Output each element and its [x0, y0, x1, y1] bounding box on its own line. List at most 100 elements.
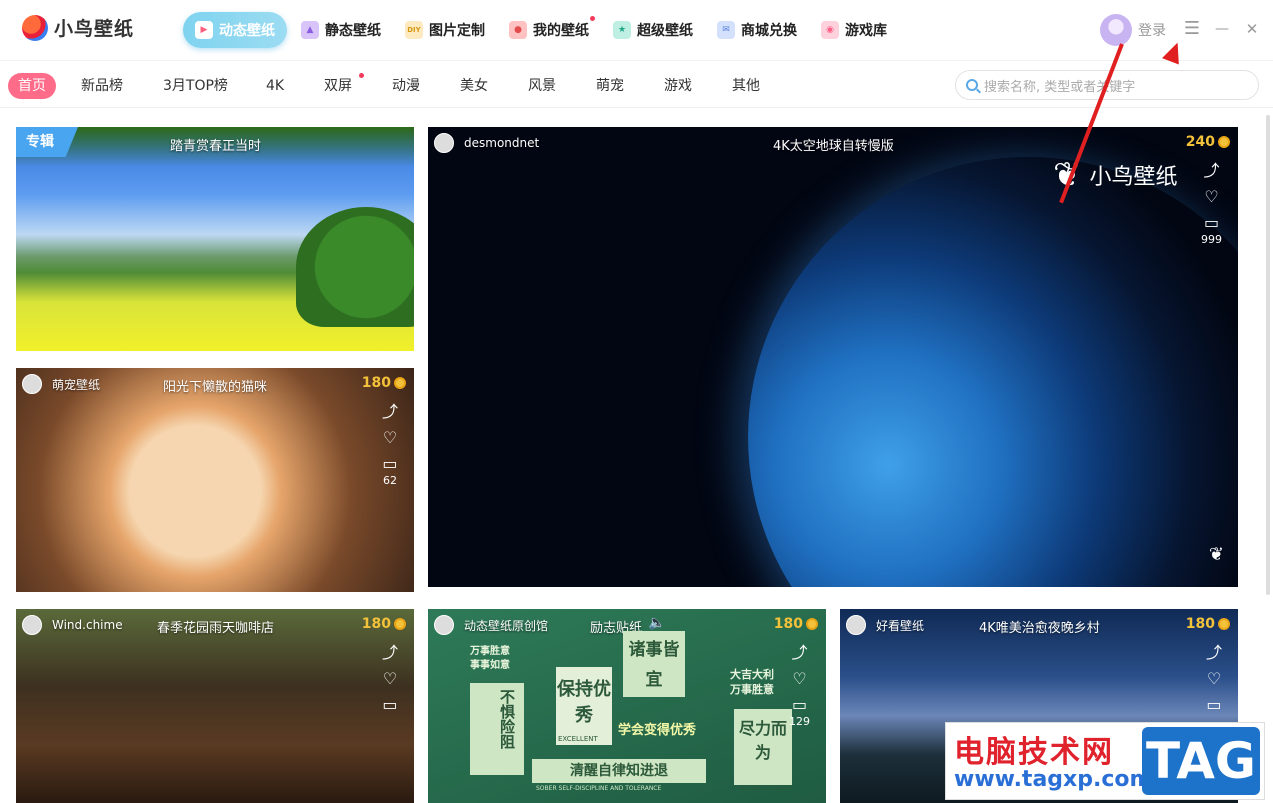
- comment-count: 999: [1201, 233, 1222, 246]
- minimize-icon[interactable]: —: [1207, 21, 1237, 37]
- account-area: 登录: [1100, 14, 1166, 46]
- main-nav: ▶ 动态壁纸 ▲ 静态壁纸 DIY 图片定制 ● 我的壁纸 ★ 超级壁纸 ✉ 商…: [183, 12, 901, 48]
- author-avatar: [22, 615, 42, 635]
- share-icon[interactable]: ⤴: [791, 645, 807, 661]
- card-title: 4K唯美治愈夜晚乡村: [979, 621, 1100, 636]
- category-pets[interactable]: 萌宠: [586, 73, 634, 99]
- comment-icon[interactable]: ▭: [382, 697, 397, 713]
- login-link[interactable]: 登录: [1138, 20, 1166, 40]
- coin-icon: [394, 377, 406, 389]
- mute-icon[interactable]: 🔈: [648, 615, 665, 631]
- card-author: 动态壁纸原创馆: [434, 615, 548, 635]
- category-games[interactable]: 游戏: [654, 73, 702, 99]
- nav-store-exchange[interactable]: ✉ 商城兑换: [707, 12, 807, 48]
- menu-icon[interactable]: ☰: [1177, 18, 1207, 39]
- user-icon: ●: [509, 21, 527, 39]
- heart-icon[interactable]: ♡: [383, 430, 397, 446]
- gamepad-icon: ◉: [821, 21, 839, 39]
- heart-icon[interactable]: ♡: [792, 671, 806, 687]
- card-title: 4K太空地球自转慢版: [773, 139, 894, 154]
- window-controls: ☰ — ✕: [1177, 18, 1267, 39]
- wallpaper-card-cat[interactable]: 萌宠壁纸 阳光下懒散的猫咪 180 ⤴ ♡ ▭ 62: [16, 368, 414, 592]
- card-price: 180: [362, 616, 406, 632]
- card-actions: ⤴ ♡ ▭: [1206, 645, 1222, 713]
- card-author: 好看壁纸: [846, 615, 924, 635]
- heart-icon[interactable]: ♡: [383, 671, 397, 687]
- sticker-note: 清醒自律知进退: [532, 759, 706, 783]
- comment-icon[interactable]: ▭: [792, 697, 807, 713]
- category-new[interactable]: 新品榜: [71, 73, 133, 99]
- star-icon: ★: [613, 21, 631, 39]
- category-beauty[interactable]: 美女: [450, 73, 498, 99]
- card-title: 春季花园雨天咖啡店: [157, 621, 275, 636]
- card-actions: ⤴ ♡ ▭ 999: [1201, 163, 1222, 247]
- card-actions: ⤴ ♡ ▭ 62: [382, 404, 398, 488]
- card-author: 萌宠壁纸: [22, 374, 100, 394]
- comment-count: 62: [382, 474, 397, 487]
- card-author: Wind.chime: [22, 615, 123, 635]
- sticker-note: 不惧险阻: [470, 683, 524, 775]
- category-bar: 首页 新品榜 3月TOP榜 4K 双屏 动漫 美女 风景 萌宠 游戏 其他 搜索…: [0, 60, 1273, 108]
- coin-icon: [1218, 136, 1230, 148]
- scrollbar[interactable]: [1266, 115, 1270, 595]
- card-actions: ⤴ ♡ ▭: [382, 645, 398, 713]
- nav-super-wallpaper[interactable]: ★ 超级壁纸: [603, 12, 703, 48]
- share-icon[interactable]: ⤴: [1203, 163, 1219, 179]
- share-icon[interactable]: ⤴: [1206, 645, 1222, 661]
- nav-static-wallpaper[interactable]: ▲ 静态壁纸: [291, 12, 391, 48]
- coin-icon: [806, 618, 818, 630]
- close-icon[interactable]: ✕: [1237, 20, 1267, 38]
- nav-my-wallpaper[interactable]: ● 我的壁纸: [499, 12, 599, 48]
- bird-logo-icon: ❦: [1208, 544, 1224, 565]
- comment-icon[interactable]: ▭: [1206, 697, 1221, 713]
- sticker-note: 诸事皆宜: [623, 631, 685, 697]
- sticker-text: 大吉大利 万事胜意: [730, 668, 774, 696]
- category-dual-screen[interactable]: 双屏: [314, 73, 362, 99]
- category-scenery[interactable]: 风景: [518, 73, 566, 99]
- wallpaper-card-cafe[interactable]: Wind.chime 春季花园雨天咖啡店 180 ⤴ ♡ ▭: [16, 609, 414, 803]
- sticker-caption: IN ONE'S POWER: [740, 785, 791, 792]
- heart-icon[interactable]: ♡: [1207, 671, 1221, 687]
- search-icon: [966, 79, 978, 91]
- nav-game-library[interactable]: ◉ 游戏库: [811, 12, 897, 48]
- play-icon: ▶: [195, 21, 213, 39]
- tree-graphic: [296, 207, 414, 327]
- heart-icon[interactable]: ♡: [1204, 189, 1218, 205]
- author-avatar: [434, 615, 454, 635]
- wallpaper-card-spring[interactable]: 专辑 踏青赏春正当时: [16, 127, 414, 351]
- card-price: 240: [1186, 134, 1230, 150]
- nav-custom-image[interactable]: DIY 图片定制: [395, 12, 495, 48]
- sticker-text: 万事胜意 事事如意: [470, 646, 510, 671]
- notification-dot: [590, 16, 595, 21]
- author-avatar: [846, 615, 866, 635]
- category-4k[interactable]: 4K: [256, 73, 294, 99]
- category-other[interactable]: 其他: [722, 73, 770, 99]
- sticker-note: 尽力而为: [734, 709, 792, 785]
- nav-dynamic-wallpaper[interactable]: ▶ 动态壁纸: [183, 12, 287, 48]
- comment-icon[interactable]: ▭: [382, 456, 397, 472]
- image-icon: ▲: [301, 21, 319, 39]
- card-price: 180: [774, 616, 818, 632]
- category-anime[interactable]: 动漫: [382, 73, 430, 99]
- author-avatar: [22, 374, 42, 394]
- author-avatar: [434, 133, 454, 153]
- comment-icon[interactable]: ▭: [1204, 215, 1219, 231]
- wallpaper-card-stickers[interactable]: 动态壁纸原创馆 励志贴纸 🔈 180 万事胜意 事事如意 诸事皆宜 大吉大利 万事胜…: [428, 609, 826, 803]
- card-title: 阳光下懒散的猫咪: [163, 380, 268, 395]
- app-logo[interactable]: 小鸟壁纸: [22, 14, 134, 41]
- wallpaper-card-earth[interactable]: desmondnet 4K太空地球自转慢版 240 ❦ 小鸟壁纸 ⤴ ♡ ▭ 9…: [428, 127, 1238, 587]
- share-icon[interactable]: ⤴: [382, 404, 398, 420]
- comment-count: 129: [789, 715, 810, 728]
- category-home[interactable]: 首页: [8, 73, 56, 99]
- diy-icon: DIY: [405, 21, 423, 39]
- category-top[interactable]: 3月TOP榜: [153, 73, 238, 99]
- card-title: 踏青赏春正当时: [170, 139, 262, 154]
- avatar[interactable]: [1100, 14, 1132, 46]
- card-price: 180: [1186, 616, 1230, 632]
- share-icon[interactable]: ⤴: [382, 645, 398, 661]
- card-actions: ⤴ ♡ ▭ 129: [789, 645, 810, 729]
- notification-dot: [359, 73, 364, 78]
- mail-icon: ✉: [717, 21, 735, 39]
- sticker-text: 学会变得优秀: [618, 723, 697, 738]
- app-name: 小鸟壁纸: [54, 18, 135, 40]
